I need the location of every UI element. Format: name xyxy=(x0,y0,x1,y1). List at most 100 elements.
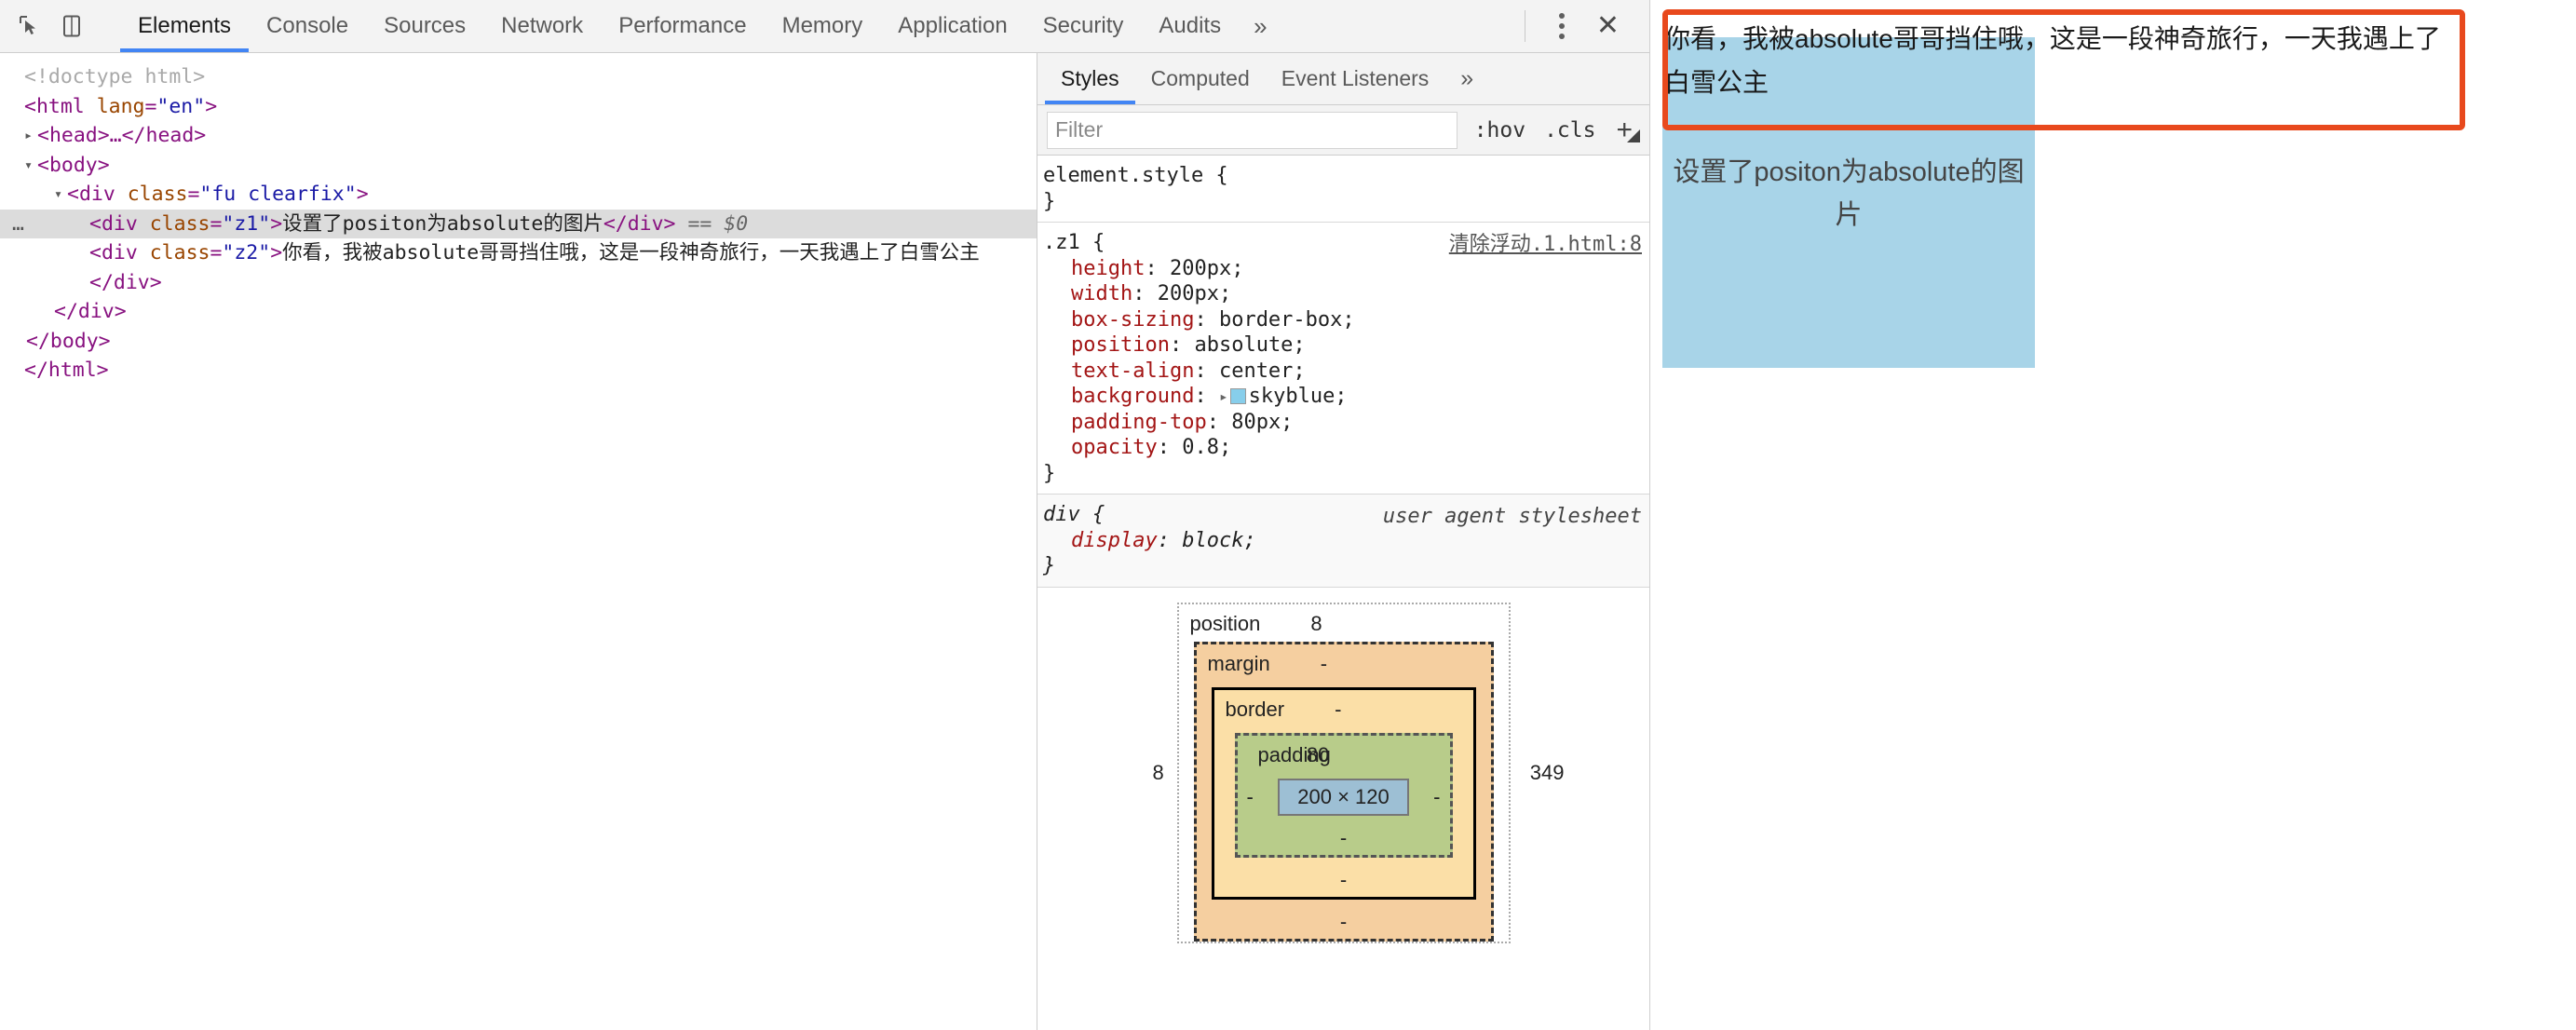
box-model-border-bottom[interactable]: - xyxy=(1214,863,1473,897)
tab-performance[interactable]: Performance xyxy=(601,0,764,52)
dom-line-z2[interactable]: <div class="z2">你看，我被absolute哥哥挡住哦，这是一段神… xyxy=(0,238,1037,297)
declaration-background-value[interactable]: skyblue; xyxy=(1249,385,1348,408)
tab-styles[interactable]: Styles xyxy=(1045,53,1135,104)
hov-toggle-button[interactable]: :hov xyxy=(1465,118,1535,142)
color-swatch-skyblue[interactable] xyxy=(1229,388,1246,404)
close-icon[interactable]: ✕ xyxy=(1583,8,1633,44)
box-model-padding-left[interactable]: - xyxy=(1238,785,1263,809)
styles-rules-list[interactable]: element.style { } 清除浮动.1.html:8 .z1 { he… xyxy=(1037,156,1649,1030)
html-lang-value: "en" xyxy=(156,94,206,118)
box-model-margin-bottom[interactable]: - xyxy=(1197,905,1491,939)
z1-class-value: "z1" xyxy=(222,211,271,236)
devtools-tool-icons xyxy=(0,0,120,52)
declaration-text-align-prop[interactable]: text-align xyxy=(1071,359,1194,383)
tab-application[interactable]: Application xyxy=(880,0,1024,52)
declaration-text-align[interactable]: text-align: center; xyxy=(1043,359,1649,385)
dom-line-fu[interactable]: ▾ <div class="fu clearfix"> xyxy=(0,180,1037,210)
tab-console[interactable]: Console xyxy=(249,0,366,52)
expand-collapse-icon-body[interactable]: ▾ xyxy=(24,151,37,181)
box-model-border-top[interactable]: - xyxy=(1335,698,1341,722)
declaration-background[interactable]: background: ▸ skyblue; xyxy=(1043,384,1649,410)
box-model-position-box[interactable]: position 8 margin - border - padding 80 … xyxy=(1176,602,1511,943)
dom-line-fu-close[interactable]: </div> xyxy=(0,297,1037,327)
declaration-box-sizing[interactable]: box-sizing: border-box; xyxy=(1043,307,1649,333)
tab-security[interactable]: Security xyxy=(1025,0,1142,52)
box-model-position-top[interactable]: 8 xyxy=(1310,612,1322,636)
tab-styles-label: Styles xyxy=(1061,66,1119,90)
declaration-background-prop[interactable]: background xyxy=(1071,385,1194,408)
inspect-element-icon[interactable] xyxy=(13,10,45,42)
expand-collapse-icon-fu[interactable]: ▾ xyxy=(54,180,67,210)
declaration-text-align-value[interactable]: center; xyxy=(1219,359,1306,383)
z2-class-value: "z2" xyxy=(222,241,271,264)
filter-input[interactable] xyxy=(1047,111,1457,149)
box-model-padding-top[interactable]: 80 xyxy=(1307,743,1329,767)
tab-computed[interactable]: Computed xyxy=(1135,53,1266,104)
declaration-box-sizing-value[interactable]: border-box; xyxy=(1219,308,1355,332)
new-style-rule-button[interactable]: + xyxy=(1605,115,1642,144)
declaration-opacity[interactable]: opacity: 0.8; xyxy=(1043,435,1649,461)
dom-line-body-close[interactable]: </body> xyxy=(0,327,1037,357)
styles-more-tabs-chevron-icon[interactable]: » xyxy=(1444,53,1489,104)
more-tabs-chevron-icon[interactable]: » xyxy=(1239,0,1281,52)
rule-element-style[interactable]: element.style { } xyxy=(1037,156,1649,223)
declaration-width[interactable]: width: 200px; xyxy=(1043,281,1649,307)
declaration-opacity-prop[interactable]: opacity xyxy=(1071,436,1158,459)
declaration-position-value[interactable]: absolute; xyxy=(1194,333,1305,357)
dom-line-html[interactable]: <html lang="en"> xyxy=(0,92,1037,122)
declaration-position-prop[interactable]: position xyxy=(1071,333,1170,357)
declaration-height[interactable]: height: 200px; xyxy=(1043,256,1649,282)
styles-tab-strip: Styles Computed Event Listeners » xyxy=(1037,53,1649,105)
tab-event-listeners[interactable]: Event Listeners xyxy=(1266,53,1445,104)
doctype-text: <!doctype html> xyxy=(24,65,206,88)
box-model-border-box[interactable]: border - padding 80 - 200 × 120 - - - xyxy=(1211,686,1476,900)
declaration-display: display: block; xyxy=(1071,528,1256,552)
rule-source-link-z1[interactable]: 清除浮动.1.html:8 xyxy=(1449,232,1642,258)
tab-audits[interactable]: Audits xyxy=(1141,0,1239,52)
dom-tree-pane[interactable]: <!doctype html> <html lang="en"> ▸ <head>… xyxy=(0,53,1037,1030)
declaration-padding-top-value[interactable]: 80px; xyxy=(1231,411,1293,434)
rule-div-user-agent[interactable]: user agent stylesheet div { display: blo… xyxy=(1037,495,1649,588)
box-model-margin-box[interactable]: margin - border - padding 80 - 200 × 120… xyxy=(1193,641,1494,942)
declaration-box-sizing-prop[interactable]: box-sizing xyxy=(1071,308,1194,332)
dom-line-html-close[interactable]: </html> xyxy=(0,356,1037,386)
tab-memory[interactable]: Memory xyxy=(765,0,881,52)
box-model-padding-bottom[interactable]: - xyxy=(1238,821,1450,855)
declaration-height-prop[interactable]: height xyxy=(1071,257,1145,280)
box-model-margin-top[interactable]: - xyxy=(1321,652,1327,676)
box-model-padding-right[interactable]: - xyxy=(1424,785,1449,809)
dom-line-z1-selected[interactable]: … <div class="z1">设置了positon为absolute的图片<… xyxy=(0,209,1037,239)
declaration-width-prop[interactable]: width xyxy=(1071,282,1132,305)
declaration-opacity-value[interactable]: 0.8; xyxy=(1182,436,1231,459)
tab-elements[interactable]: Elements xyxy=(120,0,250,52)
declaration-display-value: block; xyxy=(1182,528,1256,552)
declaration-padding-top[interactable]: padding-top: 80px; xyxy=(1043,410,1649,436)
dom-line-head[interactable]: ▸ <head>…</head> xyxy=(0,121,1037,151)
box-model-border-label: border xyxy=(1225,697,1285,721)
fu-tag: <div xyxy=(67,183,115,206)
declaration-width-value[interactable]: 200px; xyxy=(1158,282,1231,305)
rule-selector-element-style[interactable]: element.style { xyxy=(1043,163,1649,189)
dom-line-body[interactable]: ▾ <body> xyxy=(0,151,1037,181)
expand-shorthand-icon[interactable]: ▸ xyxy=(1219,384,1228,410)
fu-close-tag: </div> xyxy=(54,300,127,323)
expand-collapse-icon-head[interactable]: ▸ xyxy=(24,121,37,151)
box-model-content-box[interactable]: 200 × 120 xyxy=(1277,778,1410,816)
tab-memory-label: Memory xyxy=(781,13,863,38)
tab-sources-label: Sources xyxy=(384,13,467,38)
tab-network[interactable]: Network xyxy=(483,0,601,52)
styles-filter-bar: :hov .cls + xyxy=(1037,105,1649,156)
user-agent-stylesheet-label: user agent stylesheet xyxy=(1382,505,1642,528)
box-model-padding-box[interactable]: padding 80 - 200 × 120 - - xyxy=(1234,732,1453,858)
rule-z1[interactable]: 清除浮动.1.html:8 .z1 { height: 200px; width… xyxy=(1037,223,1649,495)
declaration-height-value[interactable]: 200px; xyxy=(1170,257,1243,280)
device-toolbar-icon[interactable] xyxy=(56,10,88,42)
tab-security-label: Security xyxy=(1042,13,1124,38)
declaration-position[interactable]: position: absolute; xyxy=(1043,332,1649,359)
more-options-icon[interactable] xyxy=(1546,6,1578,47)
tab-sources[interactable]: Sources xyxy=(366,0,483,52)
fu-class-value: "fu clearfix" xyxy=(199,183,357,206)
declaration-padding-top-prop[interactable]: padding-top xyxy=(1071,411,1207,434)
cls-toggle-button[interactable]: .cls xyxy=(1535,118,1605,142)
dom-ellipsis-badge[interactable]: … xyxy=(0,210,37,239)
